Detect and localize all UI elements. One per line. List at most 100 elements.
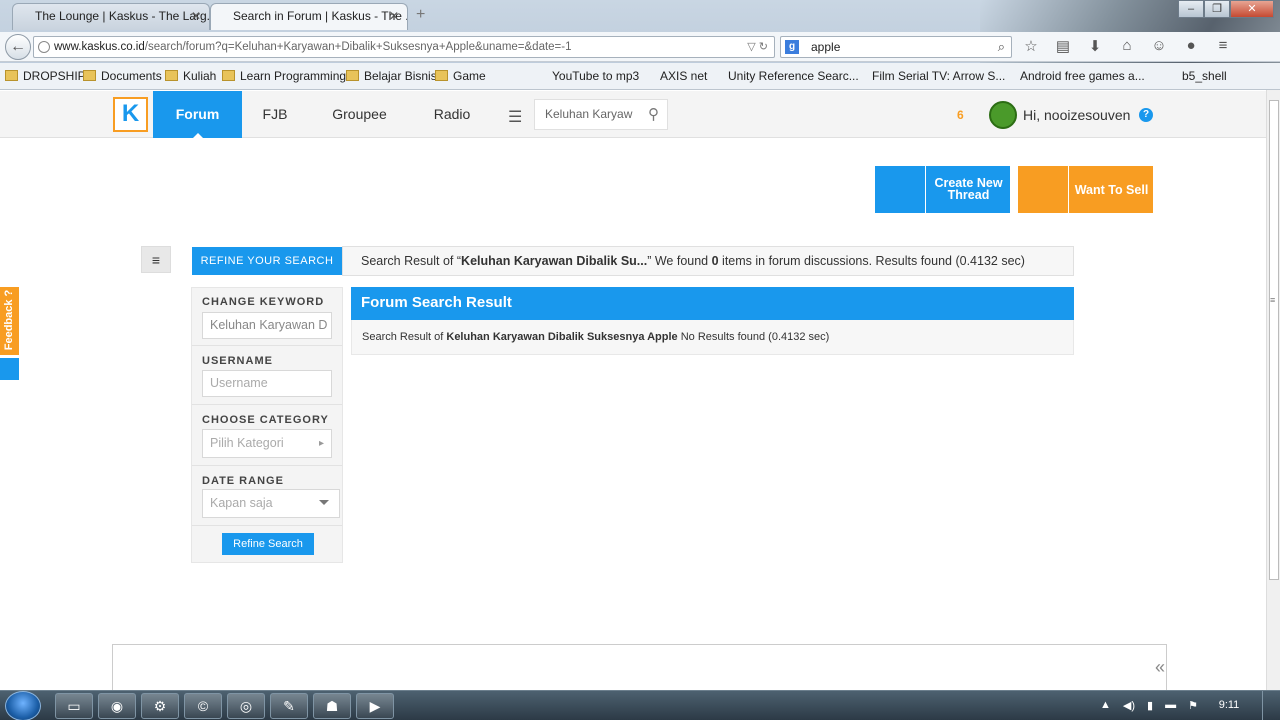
- tab-bar: The Lounge | Kaskus - The Larg... ✕ Sear…: [0, 0, 1180, 32]
- folder-icon: [165, 70, 178, 81]
- system-clock[interactable]: 9:11: [1210, 699, 1248, 711]
- search-icon[interactable]: ⚲: [644, 100, 659, 129]
- bookmark-item[interactable]: Kuliah: [165, 69, 216, 83]
- download-icon[interactable]: ⬇: [1084, 37, 1106, 55]
- date-range-value: Kapan saja: [210, 496, 273, 510]
- home-icon[interactable]: ⌂: [1116, 37, 1138, 55]
- refine-search-button[interactable]: Refine Search: [222, 533, 314, 555]
- media-player-icon[interactable]: ▶: [356, 693, 394, 719]
- star-icon[interactable]: ☆: [1020, 37, 1042, 55]
- google-icon[interactable]: g: [785, 40, 799, 54]
- address-bar[interactable]: www.kaskus.co.id/search/forum?q=Keluhan+…: [33, 36, 775, 58]
- category-heading: CHOOSE CATEGORY: [202, 414, 329, 426]
- bookmark-item[interactable]: Android free games a...: [1020, 69, 1145, 83]
- close-icon[interactable]: ✕: [389, 4, 399, 29]
- bookmark-item[interactable]: Unity Reference Searc...: [728, 69, 859, 83]
- summary-query: Keluhan Karyawan Dibalik Su...: [461, 254, 648, 268]
- help-icon[interactable]: ?: [1139, 108, 1153, 122]
- firefox-icon[interactable]: ◉: [98, 693, 136, 719]
- close-icon[interactable]: ✕: [191, 4, 201, 29]
- bookmark-item[interactable]: YouTube to mp3: [552, 69, 639, 83]
- bookmarks-icon[interactable]: ▤: [1052, 37, 1074, 55]
- network-app-icon[interactable]: ☗: [313, 693, 351, 719]
- browser-chrome: The Lounge | Kaskus - The Larg... ✕ Sear…: [0, 0, 1280, 90]
- windows-taskbar: ▭ ◉ ⚙ © ◎ ✎ ☗ ▶ ▲ ◀) ▮ ▬ ⚑ 9:11: [0, 690, 1280, 720]
- hamburger-menu-icon[interactable]: ☰: [508, 107, 522, 127]
- result-query: Keluhan Karyawan Dibalik Suksesnya Apple: [446, 331, 678, 343]
- system-tray: ▲ ◀) ▮ ▬ ⚑: [1100, 699, 1198, 712]
- bookmark-item[interactable]: Documents: [83, 69, 162, 83]
- sell-icon: [1018, 166, 1069, 213]
- browser-tab-search[interactable]: Search in Forum | Kaskus - The ... ✕: [210, 3, 408, 30]
- window-close-icon[interactable]: ✕: [1230, 0, 1274, 18]
- maximize-icon[interactable]: ❐: [1204, 0, 1230, 18]
- ccleaner-icon[interactable]: ©: [184, 693, 222, 719]
- notepad-icon[interactable]: ✎: [270, 693, 308, 719]
- start-button-icon[interactable]: [5, 691, 41, 720]
- avatar[interactable]: [989, 101, 1017, 129]
- page-scrollbar[interactable]: ≡: [1266, 90, 1280, 690]
- search-icon[interactable]: ⌕: [998, 37, 1005, 57]
- browser-tab-lounge[interactable]: The Lounge | Kaskus - The Larg... ✕: [12, 3, 210, 30]
- bookmark-item[interactable]: DROPSHIP: [5, 69, 86, 83]
- extension-icon[interactable]: ☺: [1148, 37, 1170, 55]
- bookmark-label: Android free games a...: [1020, 69, 1145, 83]
- signal-icon[interactable]: ▮: [1147, 699, 1153, 712]
- back-arrow-icon[interactable]: ←: [5, 34, 31, 60]
- toolbar-icons: ☆ ▤ ⬇ ⌂ ☺ ● ≡: [1020, 37, 1234, 55]
- want-to-sell-label: Want To Sell: [1074, 183, 1149, 197]
- flag-icon[interactable]: ⚑: [1188, 699, 1198, 712]
- volume-icon[interactable]: ◀): [1123, 699, 1135, 712]
- refine-search-tab[interactable]: REFINE YOUR SEARCH: [192, 247, 342, 275]
- summary-count: 0: [711, 254, 719, 268]
- explorer-icon[interactable]: ▭: [55, 693, 93, 719]
- adblock-icon[interactable]: ●: [1180, 37, 1202, 55]
- nav-fjb[interactable]: FJB: [255, 91, 295, 138]
- collapse-icon[interactable]: «: [1155, 657, 1165, 678]
- new-tab-icon[interactable]: +: [416, 6, 425, 24]
- keyword-section: CHANGE KEYWORD Keluhan Karyawan D: [192, 288, 342, 346]
- minimize-icon[interactable]: –: [1178, 0, 1204, 18]
- window-controls: – ❐ ✕: [1178, 0, 1274, 18]
- bookmark-item[interactable]: Game: [435, 69, 486, 83]
- nav-groupee[interactable]: Groupee: [322, 91, 397, 138]
- menu-icon[interactable]: ≡: [1212, 37, 1234, 55]
- feedback-widget-icon[interactable]: [0, 358, 19, 380]
- globe-icon: [38, 41, 50, 53]
- browser-search-input[interactable]: g apple ⌕: [780, 36, 1012, 58]
- bookmark-item[interactable]: Film Serial TV: Arrow S...: [872, 69, 1005, 83]
- app-icon[interactable]: ⚙: [141, 693, 179, 719]
- user-greeting[interactable]: Hi, nooizesouven: [1023, 107, 1130, 123]
- keyword-input[interactable]: Keluhan Karyawan D: [202, 312, 332, 339]
- bookmark-item[interactable]: AXIS net: [660, 69, 707, 83]
- chrome-icon[interactable]: ◎: [227, 693, 265, 719]
- browser-tab-title: Search in Forum | Kaskus - The ...: [233, 9, 408, 23]
- sidebar-toggle-icon[interactable]: ≡: [141, 246, 171, 273]
- username-section: USERNAME Username: [192, 347, 342, 405]
- site-header: K Forum FJB Groupee Radio ☰ Keluhan Kary…: [0, 91, 1280, 138]
- folder-icon: [346, 70, 359, 81]
- tray-arrow-icon[interactable]: ▲: [1100, 699, 1111, 712]
- keyword-value: Keluhan Karyawan D: [210, 318, 328, 332]
- want-to-sell-button[interactable]: Want To Sell: [1018, 166, 1153, 213]
- show-desktop-button[interactable]: [1262, 691, 1280, 720]
- feedback-tab[interactable]: Feedback ?: [0, 287, 19, 355]
- create-new-thread-button[interactable]: Create New Thread: [875, 166, 1010, 213]
- date-range-select[interactable]: Kapan saja: [202, 489, 340, 518]
- kaskus-logo[interactable]: K: [113, 97, 148, 132]
- notification-count[interactable]: 6: [957, 108, 964, 122]
- nav-radio[interactable]: Radio: [425, 91, 479, 138]
- username-input[interactable]: Username: [202, 370, 332, 397]
- forum-search-result-heading: Forum Search Result: [351, 287, 1074, 320]
- summary-middle: ” We found: [647, 254, 712, 268]
- bookmark-item[interactable]: Belajar Bisnis: [346, 69, 437, 83]
- nav-forum[interactable]: Forum: [153, 91, 242, 138]
- bookmark-item[interactable]: b5_shell: [1182, 69, 1227, 83]
- reload-icon[interactable]: ▽ ↻: [747, 37, 768, 57]
- scrollbar-thumb[interactable]: [1269, 100, 1279, 580]
- category-select[interactable]: Pilih Kategori ▸: [202, 429, 332, 458]
- power-icon[interactable]: ▬: [1165, 699, 1176, 712]
- site-search-input[interactable]: Keluhan Karyaw ⚲: [534, 99, 668, 130]
- folder-icon: [435, 70, 448, 81]
- bookmark-item[interactable]: Learn Programming: [222, 69, 346, 83]
